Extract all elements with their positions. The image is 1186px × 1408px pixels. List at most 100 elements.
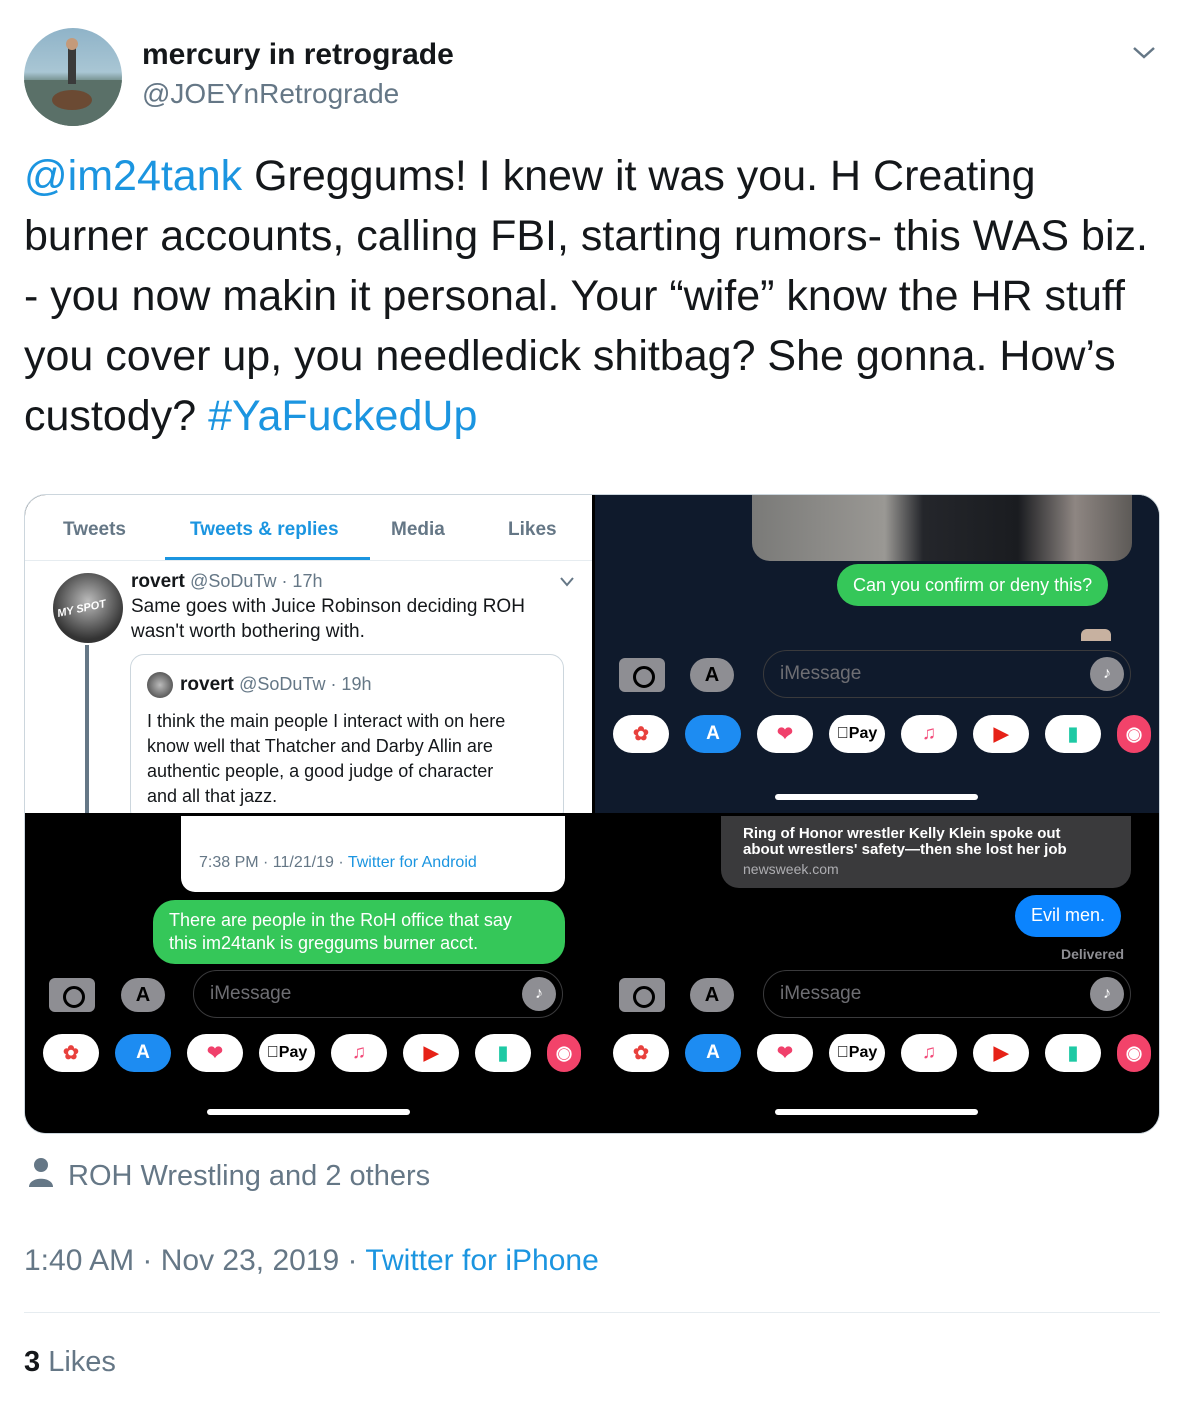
youtube-icon[interactable]: ▶ xyxy=(973,1034,1029,1072)
appstore-icon[interactable]: A xyxy=(685,1034,741,1072)
active-tab-indicator xyxy=(165,557,370,560)
app-drawer: ✿ A ❤ Pay ♫ ▶ ▮ ◉ xyxy=(613,715,1151,753)
tweet-source[interactable]: Twitter for iPhone xyxy=(365,1244,598,1277)
globe-icon[interactable]: ◉ xyxy=(547,1034,581,1072)
imessage-placeholder: iMessage xyxy=(780,663,862,684)
outgoing-bubble: Evil men. xyxy=(1015,895,1122,937)
imessage-placeholder: iMessage xyxy=(210,983,292,1004)
divider xyxy=(24,1312,1160,1313)
tweet-timestamp[interactable]: 1:40 AM · Nov 23, 2019 · xyxy=(24,1244,365,1277)
globe-icon[interactable]: ◉ xyxy=(1117,715,1151,753)
reply-chevron-icon[interactable] xyxy=(559,575,575,594)
youtube-icon[interactable]: ▶ xyxy=(973,715,1029,753)
avatar-text: MY SPOT xyxy=(56,598,108,620)
author-avatar[interactable] xyxy=(24,28,122,126)
tab-likes[interactable]: Likes xyxy=(508,519,557,541)
tab-tweets[interactable]: Tweets xyxy=(63,519,126,541)
quote-avatar xyxy=(147,672,173,698)
appstore-toggle-icon[interactable]: A xyxy=(121,978,165,1012)
screenshot-imessage-confirm[interactable]: Can you confirm or deny this? A iMessage… xyxy=(595,495,1159,813)
appstore-icon[interactable]: A xyxy=(115,1034,171,1072)
bubble-line: this im24tank is greggums burner acct. xyxy=(169,933,479,953)
link-domain: newsweek.com xyxy=(743,861,839,877)
screenshot-imessage-evil[interactable]: Ring of Honor wrestler Kelly Klein spoke… xyxy=(595,816,1159,1133)
likes-number: 3 xyxy=(24,1346,41,1378)
hashtag-link[interactable]: #YaFuckedUp xyxy=(208,392,477,440)
reply-text-line2: wasn't worth bothering with. xyxy=(131,621,365,642)
reply-avatar[interactable]: MY SPOT xyxy=(53,573,123,643)
imessage-input[interactable]: iMessage ♪ xyxy=(193,970,563,1018)
memoji-peek xyxy=(1081,629,1111,641)
chevron-down-icon[interactable] xyxy=(1130,38,1158,66)
appstore-toggle-icon[interactable]: A xyxy=(690,978,734,1012)
camera-icon[interactable] xyxy=(619,978,665,1012)
giphy-icon[interactable]: ▮ xyxy=(475,1034,531,1072)
applepay-icon[interactable]: Pay xyxy=(829,1034,885,1072)
mention-link[interactable]: @im24tank xyxy=(24,152,242,200)
quote-line: know well that Thatcher and Darby Allin … xyxy=(147,736,493,756)
bubble-line: There are people in the RoH office that … xyxy=(169,910,512,930)
tweet-meta: 1:40 AM · Nov 23, 2019 · Twitter for iPh… xyxy=(24,1244,599,1278)
author-name[interactable]: mercury in retrograde xyxy=(142,38,454,72)
tab-media[interactable]: Media xyxy=(391,519,445,541)
giphy-icon[interactable]: ▮ xyxy=(1045,1034,1101,1072)
app-drawer: ✿ A ❤ Pay ♫ ▶ ▮ ◉ xyxy=(613,1034,1151,1072)
likes-label: Likes xyxy=(40,1346,116,1378)
audio-record-icon[interactable]: ♪ xyxy=(1090,977,1124,1011)
link-title-line: about wrestlers' safety—then she lost he… xyxy=(743,841,1067,858)
heart-sticker-icon[interactable]: ❤ xyxy=(757,715,813,753)
outgoing-bubble: There are people in the RoH office that … xyxy=(153,900,565,964)
thread-line xyxy=(85,645,89,813)
tab-tweets-replies[interactable]: Tweets & replies xyxy=(190,519,339,541)
appstore-toggle-icon[interactable]: A xyxy=(690,658,734,692)
delivered-status: Delivered xyxy=(1061,946,1125,962)
home-indicator xyxy=(775,1109,978,1115)
quoted-tweet[interactable]: rovert @SoDuTw · 19h I think the main pe… xyxy=(130,654,564,813)
audio-record-icon[interactable]: ♪ xyxy=(522,977,556,1011)
imessage-input[interactable]: iMessage ♪ xyxy=(763,970,1131,1018)
home-indicator xyxy=(775,794,978,800)
quote-line: I think the main people I interact with … xyxy=(147,711,506,731)
globe-icon[interactable]: ◉ xyxy=(1117,1034,1151,1072)
photos-icon[interactable]: ✿ xyxy=(613,715,669,753)
applepay-icon[interactable]: Pay xyxy=(829,715,885,753)
music-icon[interactable]: ♫ xyxy=(901,1034,957,1072)
photos-icon[interactable]: ✿ xyxy=(613,1034,669,1072)
audio-record-icon[interactable]: ♪ xyxy=(1090,657,1124,691)
heart-sticker-icon[interactable]: ❤ xyxy=(757,1034,813,1072)
music-icon[interactable]: ♫ xyxy=(901,715,957,753)
quote-line: and all that jazz. xyxy=(147,786,278,806)
media-grid[interactable]: Tweets Tweets & replies Media Likes MY S… xyxy=(24,494,1160,1134)
outgoing-bubble: Can you confirm or deny this? xyxy=(837,564,1109,606)
imessage-placeholder: iMessage xyxy=(780,983,862,1004)
tagged-users[interactable]: ROH Wrestling and 2 others xyxy=(28,1156,430,1196)
giphy-icon[interactable]: ▮ xyxy=(1045,715,1101,753)
reply-meta: @SoDuTw · 17h xyxy=(190,571,323,591)
screenshot-twitter-profile[interactable]: Tweets Tweets & replies Media Likes MY S… xyxy=(25,495,592,813)
appstore-icon[interactable]: A xyxy=(685,715,741,753)
profile-tabs: Tweets Tweets & replies Media Likes xyxy=(25,495,592,561)
quote-author-name[interactable]: rovert xyxy=(180,674,234,695)
reply-author-name[interactable]: rovert xyxy=(131,571,185,592)
reply-text-line1: Same goes with Juice Robinson deciding R… xyxy=(131,596,525,617)
quote-line: authentic people, a good judge of charac… xyxy=(147,761,494,781)
card-source[interactable]: Twitter for Android xyxy=(348,854,477,871)
imessage-input[interactable]: iMessage ♪ xyxy=(763,650,1131,698)
heart-sticker-icon[interactable]: ❤ xyxy=(187,1034,243,1072)
photos-icon[interactable]: ✿ xyxy=(43,1034,99,1072)
camera-icon[interactable] xyxy=(619,658,665,692)
likes-count[interactable]: 3 Likes xyxy=(24,1346,116,1379)
tagged-users-label[interactable]: ROH Wrestling and 2 others xyxy=(68,1160,430,1193)
author-handle[interactable]: @JOEYnRetrograde xyxy=(142,78,399,110)
music-icon[interactable]: ♫ xyxy=(331,1034,387,1072)
photo-attachment[interactable] xyxy=(752,495,1132,561)
screenshot-imessage-roh[interactable]: 7:38 PM · 11/21/19 · Twitter for Android… xyxy=(25,816,592,1133)
tweet-card-footer: 7:38 PM · 11/21/19 · Twitter for Android xyxy=(181,816,565,892)
youtube-icon[interactable]: ▶ xyxy=(403,1034,459,1072)
camera-icon[interactable] xyxy=(49,978,95,1012)
person-icon xyxy=(28,1156,54,1196)
tweet-text: @im24tank Greggums! I knew it was you. H… xyxy=(24,146,1164,446)
link-title-line: Ring of Honor wrestler Kelly Klein spoke… xyxy=(743,825,1061,842)
link-preview[interactable]: Ring of Honor wrestler Kelly Klein spoke… xyxy=(721,816,1131,888)
applepay-icon[interactable]: Pay xyxy=(259,1034,315,1072)
